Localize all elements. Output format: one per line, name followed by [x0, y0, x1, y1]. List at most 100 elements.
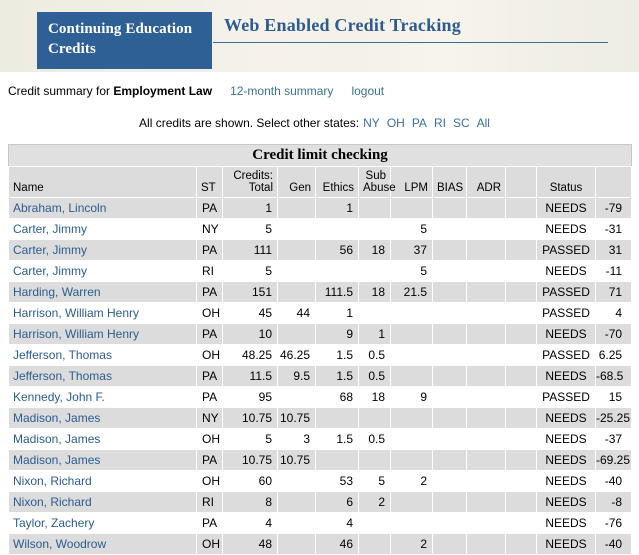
- state-link-ny[interactable]: NY: [363, 116, 380, 130]
- cell-delta: 71: [594, 281, 633, 303]
- cell-sub: 18: [358, 386, 391, 408]
- cell-status: NEEDS: [536, 449, 596, 471]
- person-link[interactable]: Nixon, Richard: [13, 495, 92, 509]
- person-link[interactable]: Carter, Jimmy: [13, 264, 87, 278]
- cell-ethics: [315, 449, 359, 471]
- cell-gen: 10.75: [277, 407, 316, 429]
- table-row: Jefferson, Thomas PA 11.5 9.5 1.5 0.5 NEEDS -6…: [8, 365, 633, 387]
- cell-lpm: 2: [390, 470, 433, 492]
- cell-adr: [466, 512, 506, 534]
- cell-extra: [505, 239, 537, 261]
- cell-delta: 15: [594, 386, 633, 408]
- cell-total: 48: [222, 533, 278, 555]
- person-link[interactable]: Kennedy, John F.: [13, 390, 105, 404]
- cell-extra: [505, 449, 537, 471]
- cell-st: NY: [196, 407, 223, 429]
- person-link[interactable]: Madison, James: [13, 432, 100, 446]
- table-row: Carter, Jimmy NY 5 5 NEEDS -31: [8, 218, 633, 240]
- cell-st: PA: [196, 386, 223, 408]
- cell-delta: -11: [594, 260, 633, 282]
- cell-gen: [277, 197, 316, 219]
- credits-table-wrapper: Credit limit checking Name ST Credits: T…: [7, 144, 633, 555]
- link-12-month-summary[interactable]: 12-month summary: [230, 84, 333, 98]
- person-link[interactable]: Taylor, Zachery: [13, 516, 94, 530]
- cell-ethics: 9: [315, 323, 359, 345]
- cell-status: PASSED: [536, 281, 596, 303]
- cell-total: 95: [222, 386, 278, 408]
- link-logout[interactable]: logout: [351, 84, 384, 98]
- cell-ethics: 4: [315, 512, 359, 534]
- cell-name: Harding, Warren: [8, 281, 197, 303]
- cell-sub: 2: [358, 491, 391, 513]
- person-link[interactable]: Harding, Warren: [13, 285, 101, 299]
- cell-gen: [277, 260, 316, 282]
- cell-status: NEEDS: [536, 512, 596, 534]
- cell-lpm: [390, 491, 433, 513]
- cell-name: Madison, James: [8, 407, 197, 429]
- cell-sub: 18: [358, 239, 391, 261]
- cell-total: 10.75: [222, 449, 278, 471]
- person-link[interactable]: Harrison, William Henry: [13, 306, 139, 320]
- col-header-spacer: [505, 166, 537, 198]
- cell-total: 5: [222, 218, 278, 240]
- col-header-ethics: Ethics: [315, 166, 359, 198]
- col-header-sub-abuse-line1: Sub: [365, 170, 386, 182]
- cell-ethics: 53: [315, 470, 359, 492]
- cell-status: PASSED: [536, 344, 596, 366]
- cell-bias: [432, 365, 467, 387]
- cell-lpm: [390, 344, 433, 366]
- cell-gen: 44: [277, 302, 316, 324]
- state-link-sc[interactable]: SC: [453, 116, 470, 130]
- person-link[interactable]: Madison, James: [13, 411, 100, 425]
- col-header-credits-total-line2: Total: [248, 182, 273, 194]
- state-selector-bar: All credits are shown. Select other stat…: [0, 116, 639, 130]
- state-link-ri[interactable]: RI: [434, 116, 446, 130]
- cell-delta: -37: [594, 428, 633, 450]
- person-link[interactable]: Wilson, Woodrow: [13, 537, 106, 551]
- cell-extra: [505, 323, 537, 345]
- state-link-oh[interactable]: OH: [387, 116, 405, 130]
- cell-delta: 4: [594, 302, 633, 324]
- table-row: Madison, James OH 5 3 1.5 0.5 NEEDS -37: [8, 428, 633, 450]
- cell-name: Jefferson, Thomas: [8, 344, 197, 366]
- cell-adr: [466, 344, 506, 366]
- cell-bias: [432, 470, 467, 492]
- person-link[interactable]: Carter, Jimmy: [13, 243, 87, 257]
- cell-st: OH: [196, 533, 223, 555]
- person-link[interactable]: Harrison, William Henry: [13, 327, 139, 341]
- person-link[interactable]: Abraham, Lincoln: [13, 201, 106, 215]
- table-row: Carter, Jimmy PA 111 56 18 37 PASSED 31: [8, 239, 633, 261]
- cell-st: PA: [196, 281, 223, 303]
- col-header-credits-total-line1: Credits:: [233, 170, 273, 182]
- cell-lpm: 5: [390, 260, 433, 282]
- person-link[interactable]: Jefferson, Thomas: [13, 369, 112, 383]
- cell-gen: [277, 218, 316, 240]
- col-header-sub-abuse-line2: Abuse: [363, 182, 396, 194]
- cell-bias: [432, 428, 467, 450]
- table-row: Harding, Warren PA 151 111.5 18 21.5 PASSED 7…: [8, 281, 633, 303]
- col-header-name: Name: [8, 166, 197, 198]
- cell-gen: [277, 512, 316, 534]
- cell-extra: [505, 302, 537, 324]
- cell-extra: [505, 197, 537, 219]
- cell-lpm: [390, 197, 433, 219]
- cell-status: NEEDS: [536, 197, 596, 219]
- col-header-delta: [594, 166, 633, 198]
- person-link[interactable]: Carter, Jimmy: [13, 222, 87, 236]
- cell-total: 45: [222, 302, 278, 324]
- cell-bias: [432, 302, 467, 324]
- cell-gen: [277, 323, 316, 345]
- table-row: Harrison, William Henry OH 45 44 1 PASSED 4: [8, 302, 633, 324]
- cell-lpm: [390, 365, 433, 387]
- person-link[interactable]: Nixon, Richard: [13, 474, 92, 488]
- cell-gen: 3: [277, 428, 316, 450]
- cell-delta: -40: [594, 533, 633, 555]
- person-link[interactable]: Jefferson, Thomas: [13, 348, 112, 362]
- state-link-pa[interactable]: PA: [412, 116, 427, 130]
- person-link[interactable]: Madison, James: [13, 453, 100, 467]
- state-link-all[interactable]: All: [477, 116, 490, 130]
- col-header-st: ST: [196, 166, 223, 198]
- table-row: Wilson, Woodrow OH 48 46 2 NEEDS -40: [8, 533, 633, 555]
- cell-lpm: 21.5: [390, 281, 433, 303]
- cell-st: OH: [196, 470, 223, 492]
